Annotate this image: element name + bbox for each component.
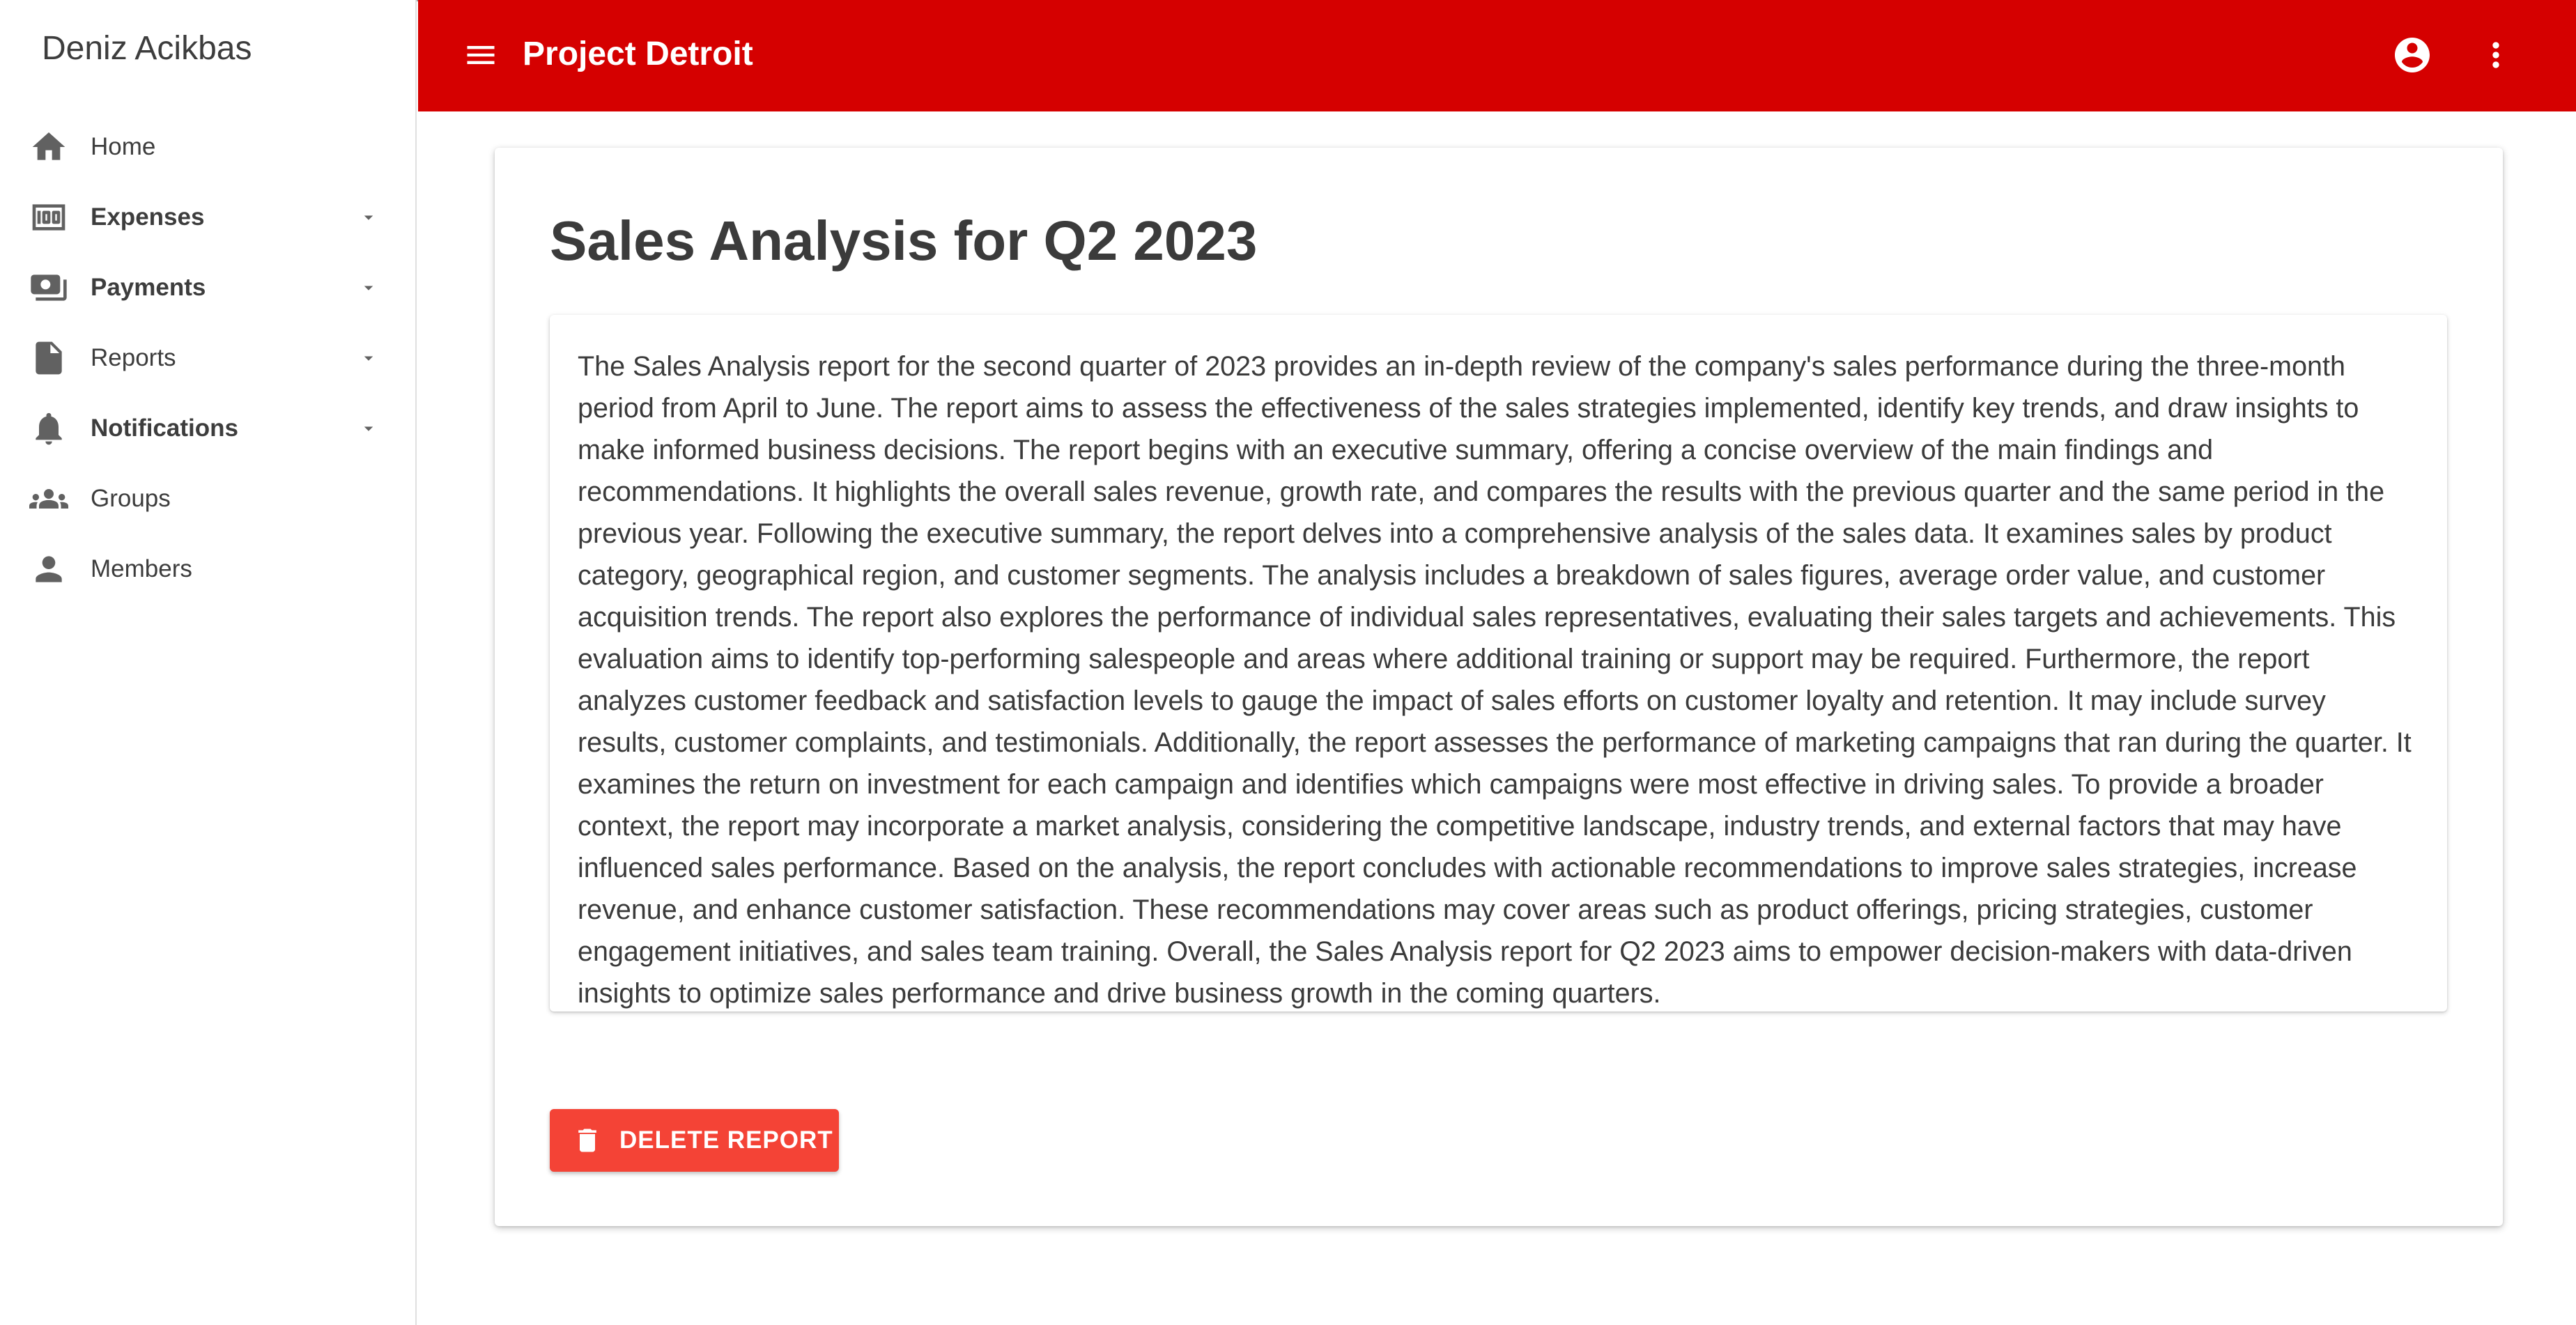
report-body-panel: The Sales Analysis report for the second… xyxy=(550,315,2447,1012)
sidebar: Deniz Acikbas Home Expenses Payments Rep… xyxy=(0,0,417,1325)
person-icon xyxy=(28,548,70,590)
delete-report-label: DELETE REPORT xyxy=(619,1126,833,1154)
delete-report-button[interactable]: DELETE REPORT xyxy=(550,1109,839,1172)
home-icon xyxy=(28,126,70,168)
app-title: Project Detroit xyxy=(523,36,753,72)
bell-icon xyxy=(28,408,70,449)
sidebar-item-label: Groups xyxy=(91,484,171,512)
caret-down-icon[interactable] xyxy=(358,207,379,228)
money-icon xyxy=(28,196,70,238)
report-title: Sales Analysis for Q2 2023 xyxy=(550,210,1258,272)
sidebar-item-members[interactable]: Members xyxy=(0,534,415,604)
sidebar-item-notifications[interactable]: Notifications xyxy=(0,393,415,463)
sidebar-item-home[interactable]: Home xyxy=(0,111,415,182)
sidebar-item-label: Notifications xyxy=(91,414,238,442)
sidebar-item-label: Payments xyxy=(91,273,206,301)
groups-icon xyxy=(28,478,70,520)
caret-down-icon[interactable] xyxy=(358,418,379,439)
payments-icon xyxy=(28,267,70,309)
account-circle-icon[interactable] xyxy=(2390,33,2435,77)
sidebar-item-label: Reports xyxy=(91,343,176,371)
report-card: Sales Analysis for Q2 2023 The Sales Ana… xyxy=(495,148,2503,1226)
sidebar-item-reports[interactable]: Reports xyxy=(0,323,415,393)
sidebar-item-payments[interactable]: Payments xyxy=(0,252,415,323)
sidebar-item-label: Expenses xyxy=(91,203,205,231)
trash-icon xyxy=(578,1129,596,1152)
report-body-text: The Sales Analysis report for the second… xyxy=(578,351,2412,1009)
sidebar-nav: Home Expenses Payments Reports Notificat… xyxy=(0,111,415,604)
user-name: Deniz Acikbas xyxy=(42,30,252,67)
sidebar-item-label: Home xyxy=(91,132,156,160)
caret-down-icon[interactable] xyxy=(358,348,379,369)
caret-down-icon[interactable] xyxy=(358,277,379,298)
hamburger-menu-icon[interactable] xyxy=(460,34,502,76)
sidebar-item-groups[interactable]: Groups xyxy=(0,463,415,534)
document-icon xyxy=(28,337,70,379)
sidebar-item-expenses[interactable]: Expenses xyxy=(0,182,415,252)
more-vert-icon[interactable] xyxy=(2474,33,2518,77)
sidebar-item-label: Members xyxy=(91,555,192,582)
